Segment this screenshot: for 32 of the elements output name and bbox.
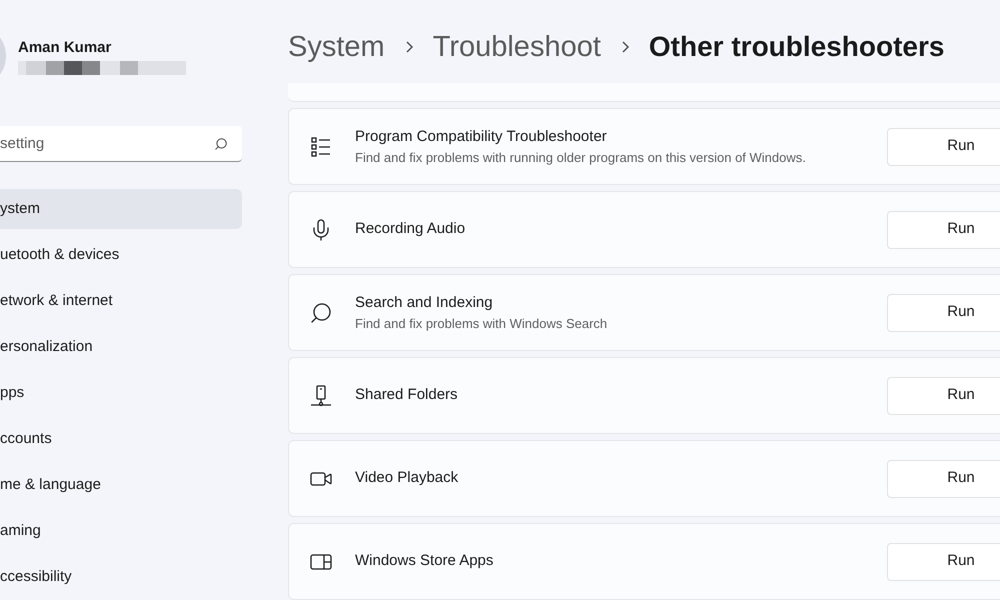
sidebar-item[interactable]: ersonalization (0, 327, 242, 367)
checklist-icon (309, 134, 333, 158)
run-button[interactable]: Run (887, 542, 1000, 580)
sidebar-item[interactable]: ccounts (0, 419, 242, 459)
troubleshooter-title: Windows Store Apps (355, 551, 494, 572)
troubleshooter-title: Search and Indexing (355, 292, 494, 312)
troubleshooter-title: Shared Folders (355, 385, 459, 406)
sidebar-item[interactable]: me & language (0, 465, 242, 505)
search-field[interactable]: setting (0, 126, 242, 162)
run-button[interactable]: Run (887, 460, 1000, 498)
sidebar-item[interactable]: uetooth & devices (0, 235, 242, 275)
troubleshooter-title: Video Playback (355, 468, 460, 488)
user-name: Aman Kumar (18, 38, 112, 58)
sidebar-item[interactable]: pps (0, 373, 242, 413)
sidebar-item[interactable]: ystem (0, 189, 242, 229)
search-icon (214, 137, 228, 151)
search-icon (309, 300, 333, 324)
breadcrumb-link[interactable]: System (288, 26, 385, 70)
troubleshooter-description: Find and fix problems with Windows Search (355, 315, 608, 333)
troubleshooter-description: Find and fix problems with running older programs on this version of Windows. (355, 149, 807, 167)
sidebar-item[interactable]: ccessibility (0, 557, 242, 597)
run-button[interactable]: Run (887, 294, 1000, 332)
run-button[interactable]: Run (887, 376, 1000, 414)
sidebar-item[interactable]: aming (0, 511, 242, 551)
run-button[interactable]: Run (887, 210, 1000, 248)
troubleshooter-title: Recording Audio (355, 219, 466, 240)
breadcrumb-link[interactable]: Troubleshoot (432, 26, 601, 70)
sidebar-item[interactable]: etwork & internet (0, 281, 242, 321)
run-button[interactable]: Run (887, 128, 1000, 166)
troubleshooter-title: Program Compatibility Troubleshooter (355, 126, 608, 146)
page-title: Other troubleshooters (648, 30, 944, 64)
network-drive-icon (309, 384, 333, 408)
